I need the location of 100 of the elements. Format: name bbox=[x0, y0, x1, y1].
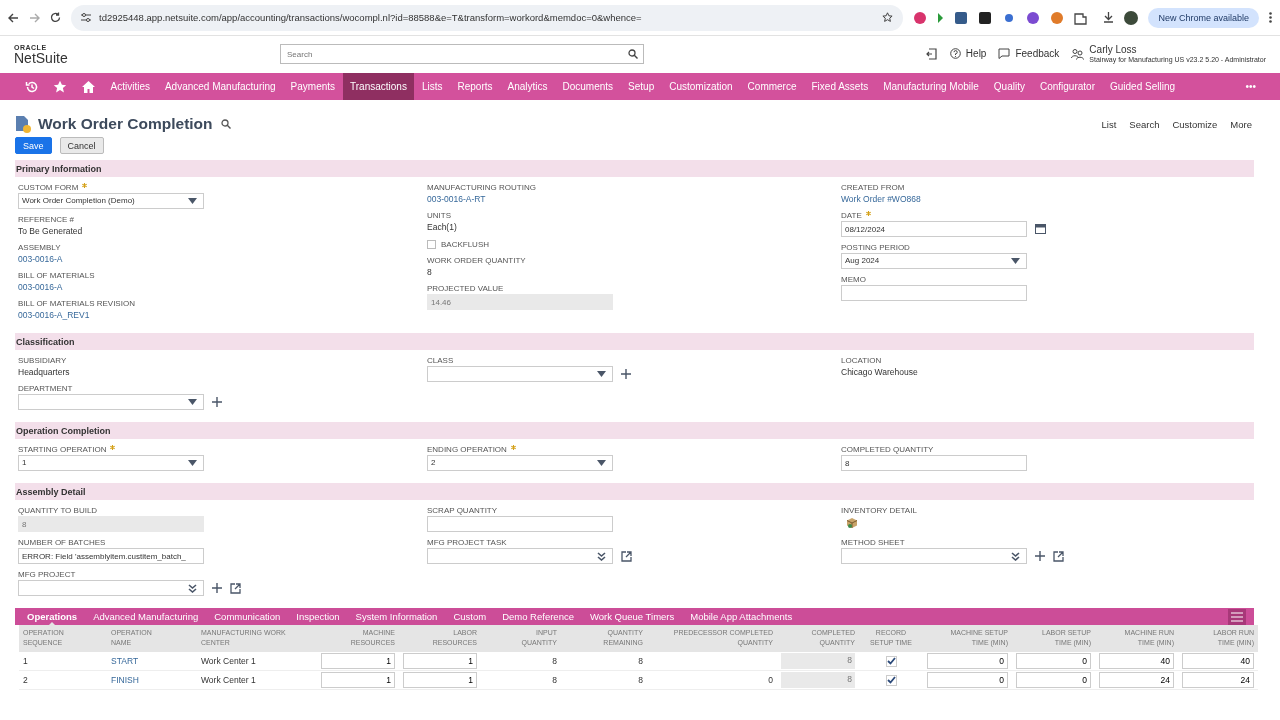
nav-tab[interactable]: Activities bbox=[103, 73, 158, 100]
caret-icon[interactable] bbox=[188, 399, 197, 405]
download-icon[interactable] bbox=[1103, 12, 1115, 23]
input-field[interactable] bbox=[841, 285, 1027, 301]
dropdown-field[interactable] bbox=[841, 548, 1027, 564]
profile-avatar-icon[interactable] bbox=[1124, 10, 1139, 25]
open-link-icon[interactable] bbox=[230, 582, 241, 594]
double-chevron-icon[interactable] bbox=[1011, 551, 1020, 561]
input-field[interactable] bbox=[427, 516, 613, 532]
cell-input[interactable]: 40 bbox=[1099, 653, 1174, 669]
user-name[interactable]: Carly Loss bbox=[1089, 44, 1266, 56]
search-field[interactable]: Search bbox=[280, 44, 644, 64]
save-button[interactable]: Save bbox=[15, 137, 52, 154]
record-link[interactable]: 003-0016-A_REV1 bbox=[18, 310, 90, 320]
subtab[interactable]: Communication bbox=[206, 608, 289, 625]
double-chevron-icon[interactable] bbox=[597, 551, 606, 561]
nav-tab[interactable]: Payments bbox=[283, 73, 343, 100]
operation-link[interactable]: START bbox=[111, 656, 139, 666]
dropdown-field[interactable]: 1 bbox=[18, 455, 204, 471]
add-icon[interactable] bbox=[621, 369, 631, 379]
record-link[interactable]: 003-0016-A-RT bbox=[427, 194, 486, 204]
dropdown-field[interactable] bbox=[427, 548, 613, 564]
recent-history-icon[interactable] bbox=[25, 79, 39, 94]
caret-icon[interactable] bbox=[188, 460, 197, 466]
nav-tab[interactable]: Quality bbox=[986, 73, 1033, 100]
nav-tab[interactable]: Setup bbox=[620, 73, 662, 100]
operation-link[interactable]: FINISH bbox=[111, 675, 139, 685]
add-icon[interactable] bbox=[212, 397, 222, 407]
dropdown-field[interactable]: Work Order Completion (Demo) bbox=[18, 193, 204, 209]
cell-input[interactable]: 1 bbox=[403, 653, 477, 669]
nav-tab[interactable]: Manufacturing Mobile bbox=[875, 73, 987, 100]
cell-input[interactable]: 0 bbox=[927, 653, 1008, 669]
cell-input[interactable]: 40 bbox=[1182, 653, 1254, 669]
dropdown-field[interactable] bbox=[427, 366, 613, 382]
nav-tab[interactable]: Advanced Manufacturing bbox=[157, 73, 284, 100]
open-link-icon[interactable] bbox=[621, 550, 632, 562]
nav-tab[interactable]: Reports bbox=[450, 73, 500, 100]
subtab[interactable]: Demo Reference bbox=[494, 608, 582, 625]
caret-icon[interactable] bbox=[1011, 258, 1020, 264]
favorites-star-icon[interactable] bbox=[53, 79, 67, 94]
input-field[interactable]: ERROR: Field 'assemblyitem.custitem_batch_ bbox=[18, 548, 204, 564]
calendar-icon[interactable] bbox=[1035, 224, 1046, 234]
caret-icon[interactable] bbox=[597, 460, 606, 466]
back-icon[interactable] bbox=[8, 12, 19, 23]
recent-records-icon[interactable] bbox=[925, 48, 938, 60]
nav-tab[interactable]: Guided Selling bbox=[1102, 73, 1183, 100]
checkbox[interactable] bbox=[885, 655, 897, 667]
subtab[interactable]: Mobile App Attachments bbox=[682, 608, 801, 625]
dropdown-field[interactable]: Aug 2024 bbox=[841, 253, 1027, 269]
more-menu[interactable]: ••• bbox=[1245, 73, 1280, 100]
subtab[interactable]: Custom bbox=[445, 608, 495, 625]
cell-input[interactable]: 1 bbox=[403, 672, 477, 688]
cell-input[interactable]: 1 bbox=[321, 653, 395, 669]
feedback-link[interactable]: Feedback bbox=[1015, 48, 1060, 60]
page-action-link[interactable]: More bbox=[1230, 118, 1252, 130]
nav-tab[interactable]: Fixed Assets bbox=[804, 73, 876, 100]
checkbox[interactable] bbox=[427, 239, 436, 249]
page-action-link[interactable]: List bbox=[1101, 118, 1117, 130]
record-link[interactable]: 003-0016-A bbox=[18, 254, 63, 264]
kebab-menu-icon[interactable] bbox=[1269, 12, 1272, 23]
search-icon[interactable] bbox=[628, 49, 638, 59]
nav-tab[interactable]: Configurator bbox=[1032, 73, 1103, 100]
open-link-icon[interactable] bbox=[1053, 550, 1064, 562]
search-icon[interactable] bbox=[220, 119, 231, 129]
subtab[interactable]: Work Queue Timers bbox=[581, 608, 683, 625]
caret-icon[interactable] bbox=[188, 198, 197, 204]
bookmark-star-icon[interactable] bbox=[882, 12, 894, 23]
dropdown-field[interactable]: 2 bbox=[427, 455, 613, 471]
record-link[interactable]: 003-0016-A bbox=[18, 282, 63, 292]
nav-tab[interactable]: Customization bbox=[661, 73, 741, 100]
site-info-icon[interactable] bbox=[81, 13, 91, 22]
subtab[interactable]: Inspection bbox=[288, 608, 348, 625]
home-icon[interactable] bbox=[81, 79, 96, 94]
menu-icon[interactable] bbox=[1228, 608, 1246, 625]
cell-input[interactable]: 1 bbox=[321, 672, 395, 688]
subtab[interactable]: System Information bbox=[347, 608, 446, 625]
record-link[interactable]: Work Order #WO868 bbox=[841, 194, 921, 204]
caret-icon[interactable] bbox=[597, 371, 606, 377]
nav-tab[interactable]: Documents bbox=[555, 73, 621, 100]
cell-input[interactable]: 0 bbox=[1016, 672, 1091, 688]
nav-tab[interactable]: Transactions bbox=[342, 73, 415, 100]
cancel-button[interactable]: Cancel bbox=[59, 137, 104, 154]
cell-input[interactable]: 24 bbox=[1099, 672, 1174, 688]
update-chip[interactable]: New Chrome available bbox=[1148, 7, 1259, 28]
input-field[interactable]: 8 bbox=[841, 455, 1027, 471]
dropdown-field[interactable] bbox=[18, 394, 204, 410]
nav-tab[interactable]: Analytics bbox=[500, 73, 555, 100]
nav-tab[interactable]: Commerce bbox=[740, 73, 804, 100]
double-chevron-icon[interactable] bbox=[188, 583, 197, 593]
add-icon[interactable] bbox=[212, 583, 222, 593]
dropdown-field[interactable] bbox=[18, 580, 204, 596]
brand-name[interactable]: NetSuite bbox=[14, 50, 280, 65]
subtab[interactable]: Advanced Manufacturing bbox=[85, 608, 207, 625]
cell-input[interactable]: 0 bbox=[927, 672, 1008, 688]
box-icon[interactable] bbox=[846, 517, 858, 529]
subtab[interactable]: Operations bbox=[19, 608, 86, 625]
cell-input[interactable]: 24 bbox=[1182, 672, 1254, 688]
date-field[interactable]: 08/12/2024 bbox=[841, 221, 1027, 237]
page-action-link[interactable]: Customize bbox=[1172, 118, 1218, 130]
page-action-link[interactable]: Search bbox=[1129, 118, 1160, 130]
